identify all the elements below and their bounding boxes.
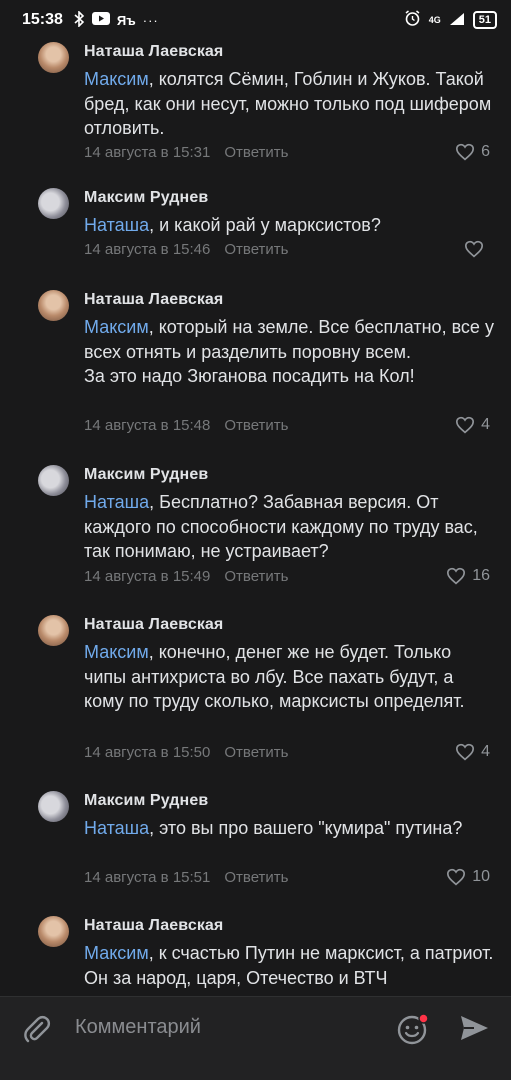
comment-text: Наташа, и какой рай у марксистов?	[84, 213, 494, 238]
comment-text: Максим, к счастью Путин не марксист, а п…	[84, 941, 494, 990]
reply-button[interactable]: Ответить	[224, 417, 288, 434]
avatar[interactable]	[38, 188, 69, 219]
avatar[interactable]	[38, 916, 69, 947]
battery-icon: 51	[472, 11, 497, 29]
like-count: 16	[472, 567, 490, 584]
comment-body: , и какой рай у марксистов?	[149, 215, 381, 235]
signal-icon	[449, 12, 465, 29]
comment-author[interactable]: Наташа Лаевская	[84, 43, 223, 61]
comment-body: , это вы про вашего "кумира" путина?	[149, 818, 463, 838]
bluetooth-icon	[73, 9, 85, 30]
comment-author[interactable]: Наташа Лаевская	[84, 616, 223, 634]
emoji-icon[interactable]	[396, 1012, 430, 1046]
like-button[interactable]: 4	[455, 416, 490, 434]
comment-meta: 14 августа в 15:46 Ответить	[84, 241, 288, 258]
comment-mention[interactable]: Наташа	[84, 215, 149, 235]
avatar[interactable]	[38, 42, 69, 73]
attach-icon[interactable]	[22, 1015, 52, 1045]
like-button[interactable]: 10	[446, 868, 490, 886]
comments-feed[interactable]: Наташа Лаевская Максим, колятся Сёмин, Г…	[0, 40, 511, 996]
heart-icon	[447, 567, 466, 585]
comment-text: Максим, колятся Сёмин, Гоблин и Жуков. Т…	[84, 67, 494, 141]
like-count: 10	[472, 868, 490, 885]
comment-time: 14 августа в 15:50	[84, 744, 211, 761]
comment-input-bar: Комментарий	[0, 996, 511, 1080]
comment-time: 14 августа в 15:48	[84, 417, 211, 434]
network-label: 4G	[428, 15, 441, 25]
heart-icon	[456, 743, 475, 761]
heart-icon	[447, 868, 466, 886]
like-count: 4	[481, 743, 490, 760]
youtube-icon	[91, 12, 110, 28]
comment-meta: 14 августа в 15:31 Ответить	[84, 144, 288, 161]
comment-mention[interactable]: Наташа	[84, 492, 149, 512]
like-count: 4	[481, 416, 490, 433]
reply-button[interactable]: Ответить	[224, 144, 288, 161]
comment-time: 14 августа в 15:46	[84, 241, 211, 258]
avatar[interactable]	[38, 465, 69, 496]
comment-author[interactable]: Максим Руднев	[84, 189, 208, 207]
heart-icon	[464, 240, 484, 258]
comment-mention[interactable]: Наташа	[84, 818, 149, 838]
comment-author[interactable]: Наташа Лаевская	[84, 291, 223, 309]
comment-author[interactable]: Максим Руднев	[84, 792, 208, 810]
comment-text: Наташа, Бесплатно? Забавная версия. От к…	[84, 490, 494, 564]
comment-mention[interactable]: Максим	[84, 642, 149, 662]
status-time: 15:38	[22, 11, 63, 28]
like-button[interactable]: 4	[455, 743, 490, 761]
status-right-icons: 4G 51	[404, 10, 497, 30]
comment-text: Максим, конечно, денег же не будет. Толь…	[84, 640, 494, 714]
heart-icon	[456, 416, 475, 434]
like-button[interactable]	[464, 240, 490, 258]
comment-time: 14 августа в 15:49	[84, 568, 211, 585]
reply-button[interactable]: Ответить	[224, 568, 288, 585]
comment-author[interactable]: Наташа Лаевская	[84, 917, 223, 935]
alarm-icon	[404, 10, 421, 30]
heart-icon	[456, 143, 475, 161]
like-button[interactable]: 16	[446, 567, 490, 585]
comment-time: 14 августа в 15:31	[84, 144, 211, 161]
comment-text: Наташа, это вы про вашего "кумира" путин…	[84, 816, 494, 841]
comment-meta: 14 августа в 15:50 Ответить	[84, 744, 288, 761]
reply-button[interactable]: Ответить	[224, 241, 288, 258]
comment-text: Максим, который на земле. Все бесплатно,…	[84, 315, 494, 389]
status-bar: 15:38 Яъ ··· 4G 51	[0, 0, 511, 40]
reply-button[interactable]: Ответить	[224, 869, 288, 886]
avatar[interactable]	[38, 290, 69, 321]
comment-mention[interactable]: Максим	[84, 317, 149, 337]
like-button[interactable]: 6	[455, 143, 490, 161]
yandex-icon: Яъ	[116, 12, 136, 28]
send-icon[interactable]	[458, 1013, 490, 1043]
like-count: 6	[481, 143, 490, 160]
comment-meta: 14 августа в 15:49 Ответить	[84, 568, 288, 585]
avatar[interactable]	[38, 791, 69, 822]
comment-meta: 14 августа в 15:51 Ответить	[84, 869, 288, 886]
comment-input[interactable]: Комментарий	[75, 1016, 201, 1039]
reply-button[interactable]: Ответить	[224, 744, 288, 761]
avatar[interactable]	[38, 615, 69, 646]
comment-meta: 14 августа в 15:48 Ответить	[84, 417, 288, 434]
comment-time: 14 августа в 15:51	[84, 869, 211, 886]
more-dots-icon: ···	[142, 12, 159, 28]
status-left-icons: Яъ ···	[73, 9, 159, 30]
comment-mention[interactable]: Максим	[84, 69, 149, 89]
comment-author[interactable]: Максим Руднев	[84, 466, 208, 484]
comment-mention[interactable]: Максим	[84, 943, 149, 963]
